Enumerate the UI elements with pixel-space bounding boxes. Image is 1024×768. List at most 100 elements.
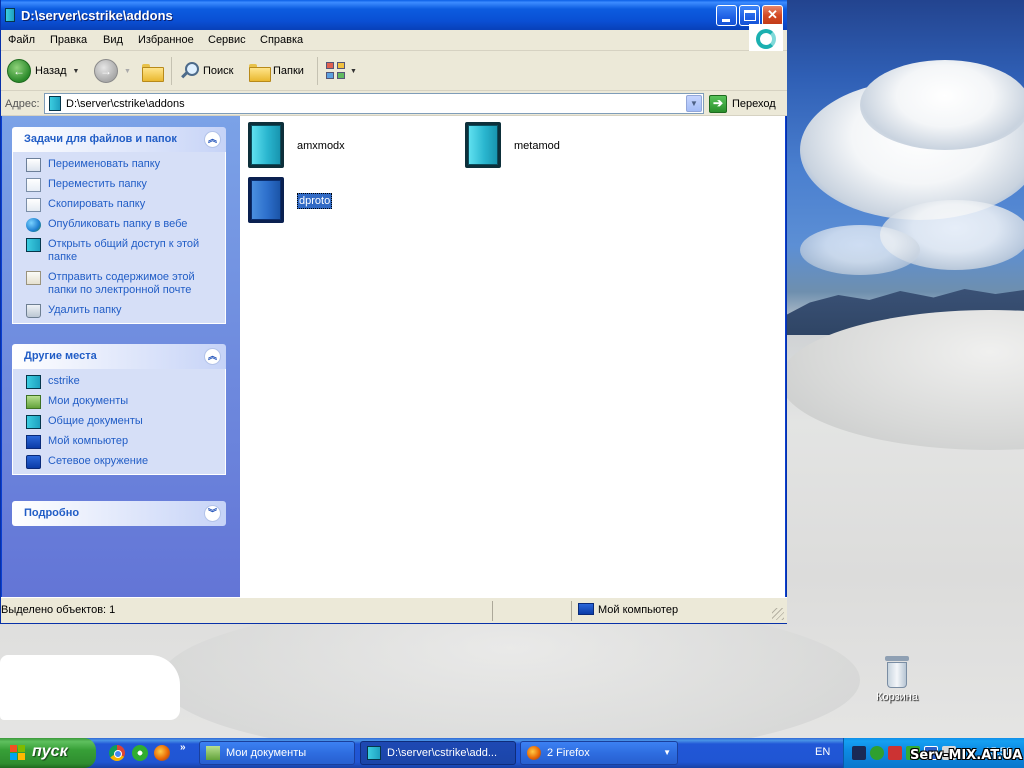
task-label: Открыть общий доступ к этой папке (48, 238, 200, 263)
title-bar[interactable]: D:\server\cstrike\addons ✕ (1, 0, 787, 30)
expand-icon[interactable]: ︾ (204, 505, 221, 522)
task-email-folder[interactable]: Отправить содержимое этой папки по элект… (13, 271, 225, 297)
details-panel-header[interactable]: Подробно ︾ (12, 501, 226, 526)
task-publish-web[interactable]: Опубликовать папку в вебе (13, 218, 225, 232)
dune (160, 600, 860, 760)
chevron-right-icon[interactable]: » (180, 742, 186, 753)
toolbar-divider (171, 57, 172, 85)
start-button[interactable]: пуск (0, 738, 96, 768)
firefox-icon[interactable] (154, 745, 170, 761)
task-share-folder[interactable]: Открыть общий доступ к этой папке (13, 238, 225, 264)
language-indicator[interactable]: EN (815, 746, 830, 758)
folder-icon (462, 122, 504, 170)
folder-up-icon (142, 62, 164, 82)
go-label: Переход (732, 97, 776, 110)
back-button[interactable]: ← Назад ▼ (7, 57, 79, 85)
place-my-computer[interactable]: Мой компьютер (13, 435, 225, 449)
place-cstrike[interactable]: cstrike (13, 375, 225, 389)
go-arrow-icon: ➔ (709, 94, 727, 113)
place-label: cstrike (48, 375, 80, 387)
close-button[interactable]: ✕ (762, 5, 783, 26)
task-label: Скопировать папку (48, 198, 146, 210)
address-label: Адрес: (5, 98, 40, 110)
taskbar: пуск » Мои документы D:\server\cstrike\a… (0, 738, 1024, 768)
task-label: Удалить папку (48, 304, 122, 316)
file-name[interactable]: dproto (297, 193, 333, 209)
details-panel-title: Подробно (24, 507, 80, 519)
task-pane: Задачи для файлов и папок ︽ Переименоват… (2, 116, 240, 597)
menu-favorites[interactable]: Избранное (138, 34, 194, 46)
task-label: Опубликовать папку в вебе (48, 218, 188, 230)
taskbar-item-label: Мои документы (226, 747, 307, 759)
forward-button[interactable]: → ▼ (94, 57, 131, 85)
minimize-button[interactable] (716, 5, 737, 26)
computer-icon (578, 603, 594, 615)
menu-bar: Файл Правка Вид Избранное Сервис Справка (1, 30, 787, 51)
folder-icon (5, 8, 15, 22)
menu-edit[interactable]: Правка (50, 34, 87, 46)
up-button[interactable] (142, 57, 164, 85)
menu-tools[interactable]: Сервис (208, 34, 246, 46)
task-label: Переместить папку (48, 178, 147, 190)
chrome-icon[interactable] (109, 745, 125, 761)
status-zone-label: Мой компьютер (598, 604, 679, 616)
file-item-amxmodx[interactable]: amxmodx (245, 122, 345, 170)
cloud (860, 60, 1024, 150)
file-item-metamod[interactable]: metamod (462, 122, 560, 170)
folder-icon (245, 177, 287, 225)
tasks-panel-body: Переименовать папку Переместить папку Ск… (12, 152, 226, 324)
collapse-icon[interactable]: ︽ (204, 348, 221, 365)
toolbar-divider (317, 57, 318, 85)
folders-button[interactable]: Папки (249, 57, 304, 85)
antivirus-tray-icon[interactable] (888, 746, 902, 760)
search-icon (179, 61, 199, 81)
chevron-down-icon[interactable]: ▼ (73, 68, 80, 75)
place-label: Сетевое окружение (48, 455, 149, 467)
collapse-icon[interactable]: ︽ (204, 131, 221, 148)
taskbar-item-my-documents[interactable]: Мои документы (199, 741, 355, 765)
task-rename-folder[interactable]: Переименовать папку (13, 158, 225, 172)
file-name: amxmodx (297, 140, 345, 152)
places-panel-header[interactable]: Другие места ︽ (12, 344, 226, 369)
address-dropdown[interactable]: ▼ (686, 95, 702, 112)
task-move-folder[interactable]: Переместить папку (13, 178, 225, 192)
menu-help[interactable]: Справка (260, 34, 303, 46)
place-my-documents[interactable]: Мои документы (13, 395, 225, 409)
documents-icon (26, 395, 41, 409)
recycle-bin-icon (883, 656, 911, 688)
start-label: пуск (32, 743, 68, 760)
task-delete-folder[interactable]: Удалить папку (13, 304, 225, 318)
place-network[interactable]: Сетевое окружение (13, 455, 225, 469)
file-list: amxmodx metamod dproto (240, 116, 785, 597)
places-panel-body: cstrike Мои документы Общие документы Мо… (12, 369, 226, 475)
move-icon (26, 178, 41, 192)
address-value: D:\server\cstrike\addons (66, 98, 185, 110)
maximize-button[interactable] (739, 5, 760, 26)
address-input[interactable]: D:\server\cstrike\addons ▼ (44, 93, 704, 114)
places-panel-title: Другие места (24, 350, 97, 362)
task-copy-folder[interactable]: Скопировать папку (13, 198, 225, 212)
search-button[interactable]: Поиск (179, 57, 233, 85)
views-icon (325, 61, 347, 81)
go-button[interactable]: ➔ Переход (709, 94, 776, 113)
taskbar-item-firefox[interactable]: 2 Firefox ▼ (520, 741, 678, 765)
place-shared-documents[interactable]: Общие документы (13, 415, 225, 429)
forward-arrow-icon: → (94, 59, 118, 83)
file-name: metamod (514, 140, 560, 152)
green-gear-tray-icon[interactable] (870, 746, 884, 760)
views-button[interactable]: ▼ (325, 57, 357, 85)
green-gear-icon[interactable] (132, 745, 148, 761)
menu-view[interactable]: Вид (103, 34, 123, 46)
status-divider (492, 601, 493, 621)
details-panel: Подробно ︾ (12, 501, 226, 526)
recycle-bin[interactable]: Корзина (866, 656, 928, 703)
taskbar-item-explorer[interactable]: D:\server\cstrike\add... (360, 741, 516, 765)
resize-grip[interactable] (772, 608, 784, 620)
firefox-icon (527, 746, 541, 760)
menu-file[interactable]: Файл (8, 34, 35, 46)
place-label: Мой компьютер (48, 435, 129, 447)
network-tray-icon[interactable] (852, 746, 866, 760)
chevron-down-icon: ▼ (350, 67, 357, 75)
file-item-dproto[interactable]: dproto (245, 177, 333, 225)
tasks-panel-header[interactable]: Задачи для файлов и папок ︽ (12, 127, 226, 152)
